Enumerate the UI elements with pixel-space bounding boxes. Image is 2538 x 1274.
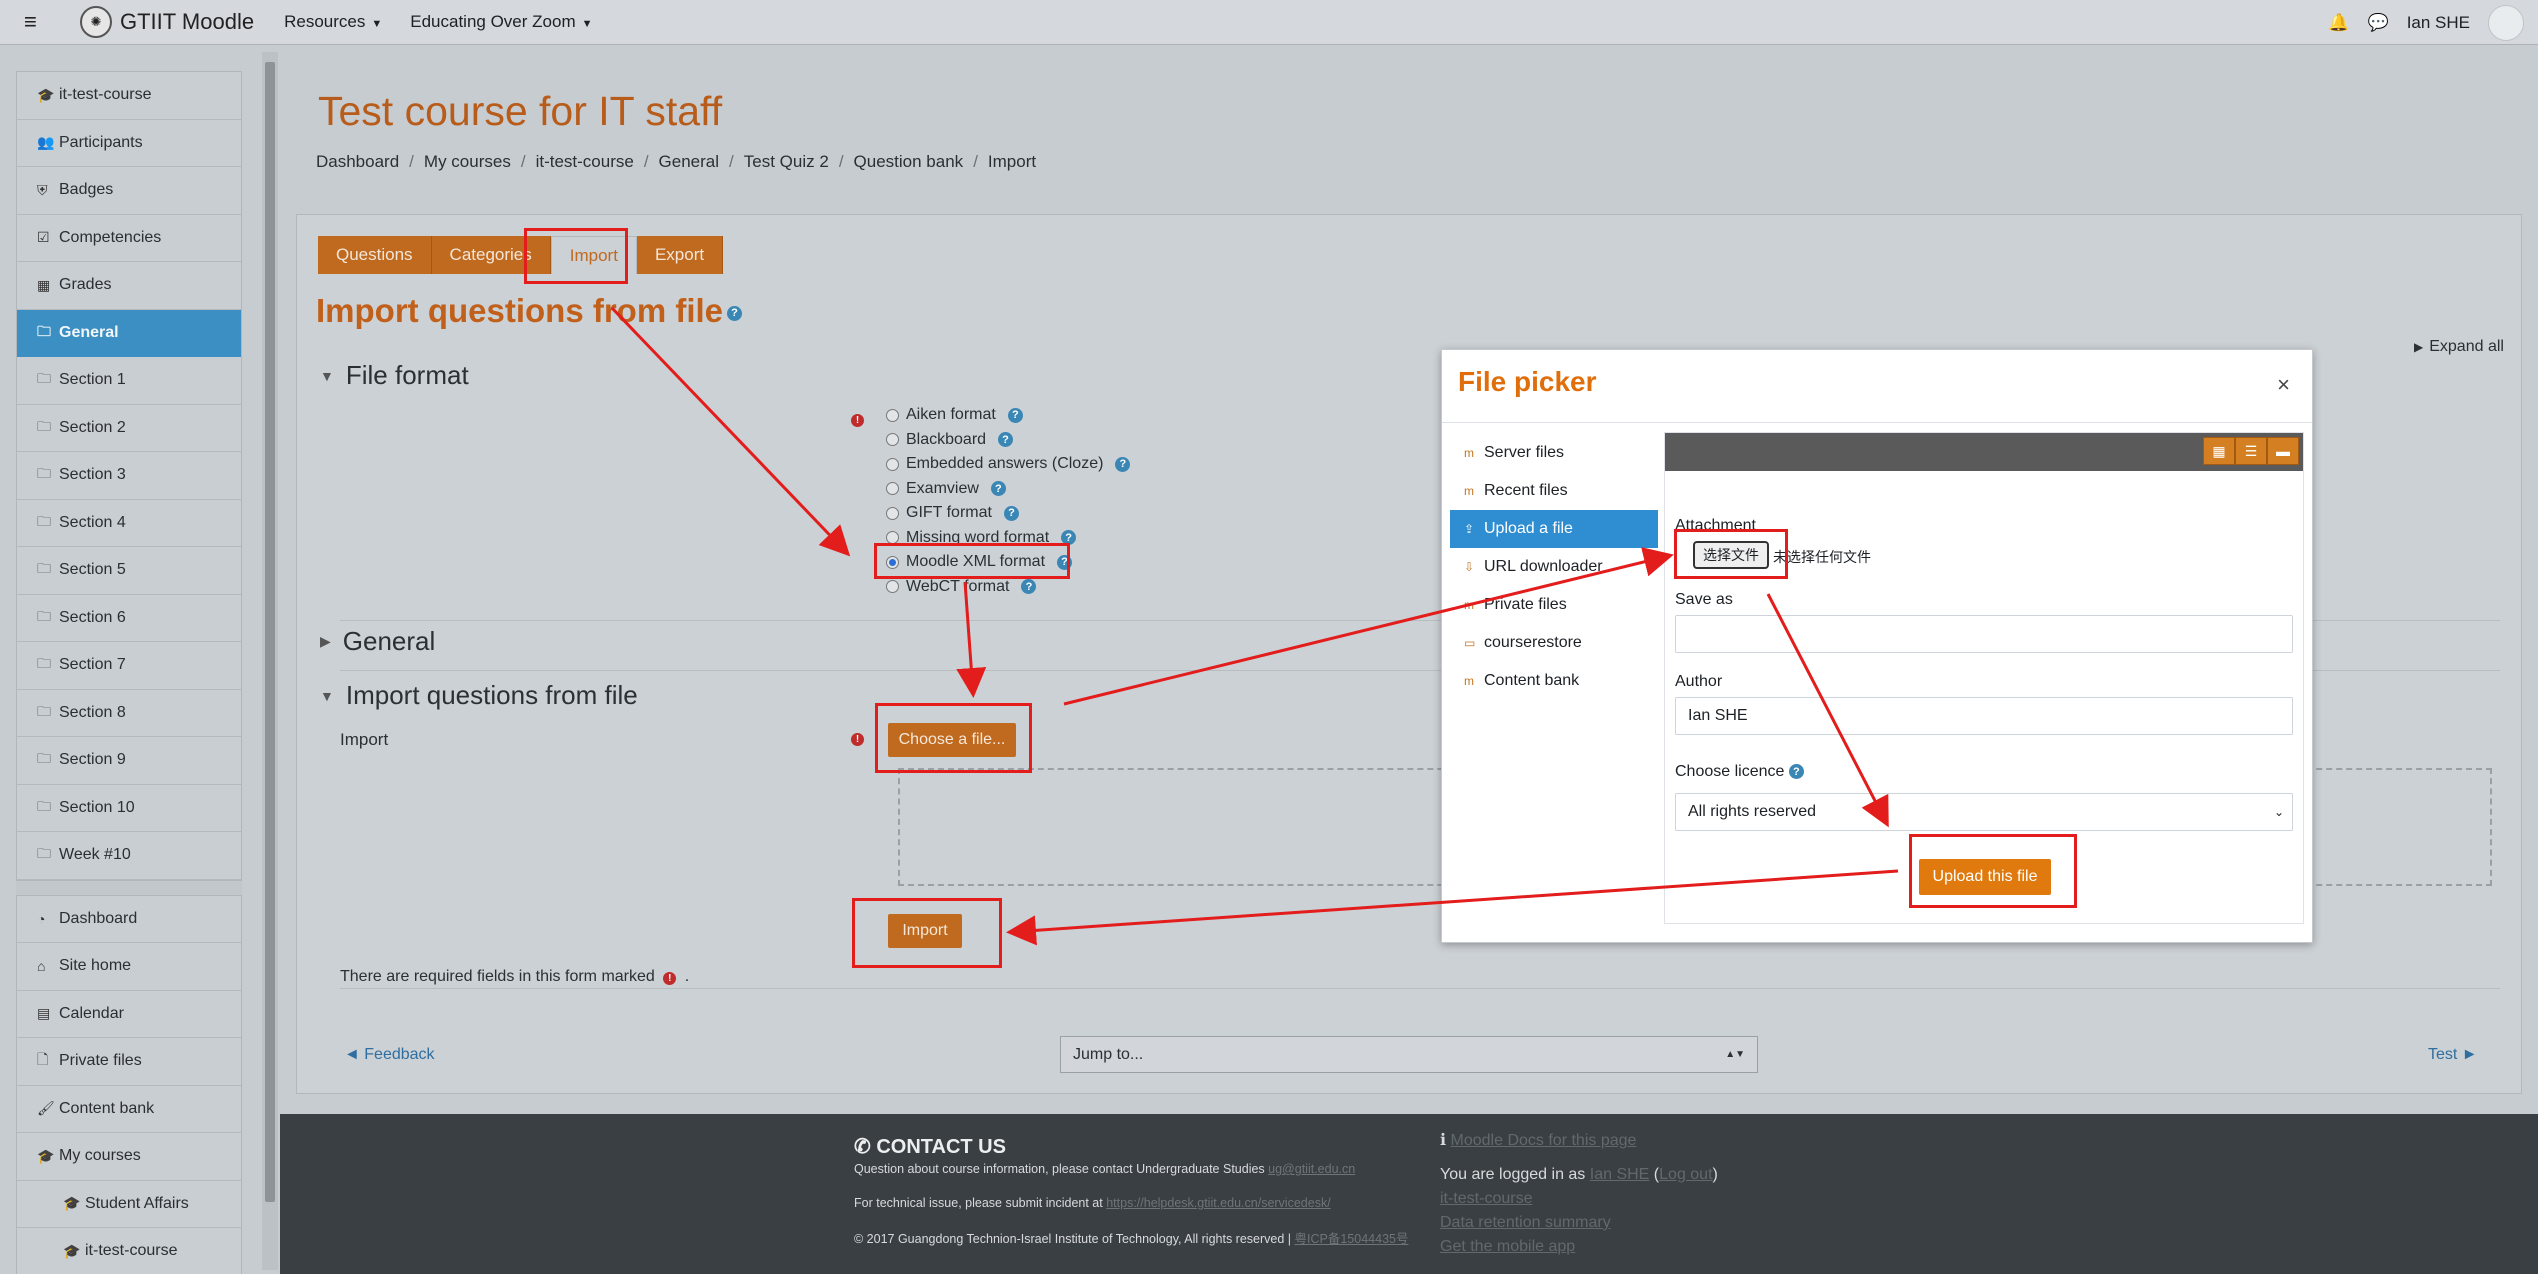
arrow-attachment-to-upload [1766,593,1889,828]
arrow-format-to-choose [956,581,987,698]
arrow-upload-to-import [1006,869,1899,946]
annotation-arrows [610,306,1899,946]
arrow-choose-to-attachment [1063,547,1674,706]
arrow-import-to-format [610,306,851,557]
